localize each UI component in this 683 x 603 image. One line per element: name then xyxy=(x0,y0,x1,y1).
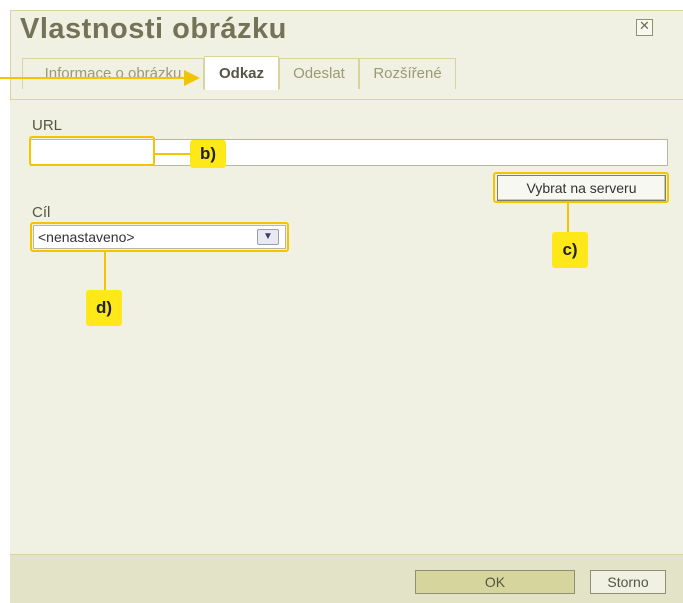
highlight-url xyxy=(29,136,155,166)
highlight-browse xyxy=(493,172,669,203)
callout-c: c) xyxy=(552,232,588,268)
callout-d: d) xyxy=(86,290,122,326)
highlight-target xyxy=(30,222,289,252)
arrow-head-icon xyxy=(184,70,200,86)
connector-b xyxy=(155,153,191,155)
connector-c xyxy=(567,203,569,233)
callout-b: b) xyxy=(190,140,226,168)
connector-d xyxy=(104,252,106,290)
